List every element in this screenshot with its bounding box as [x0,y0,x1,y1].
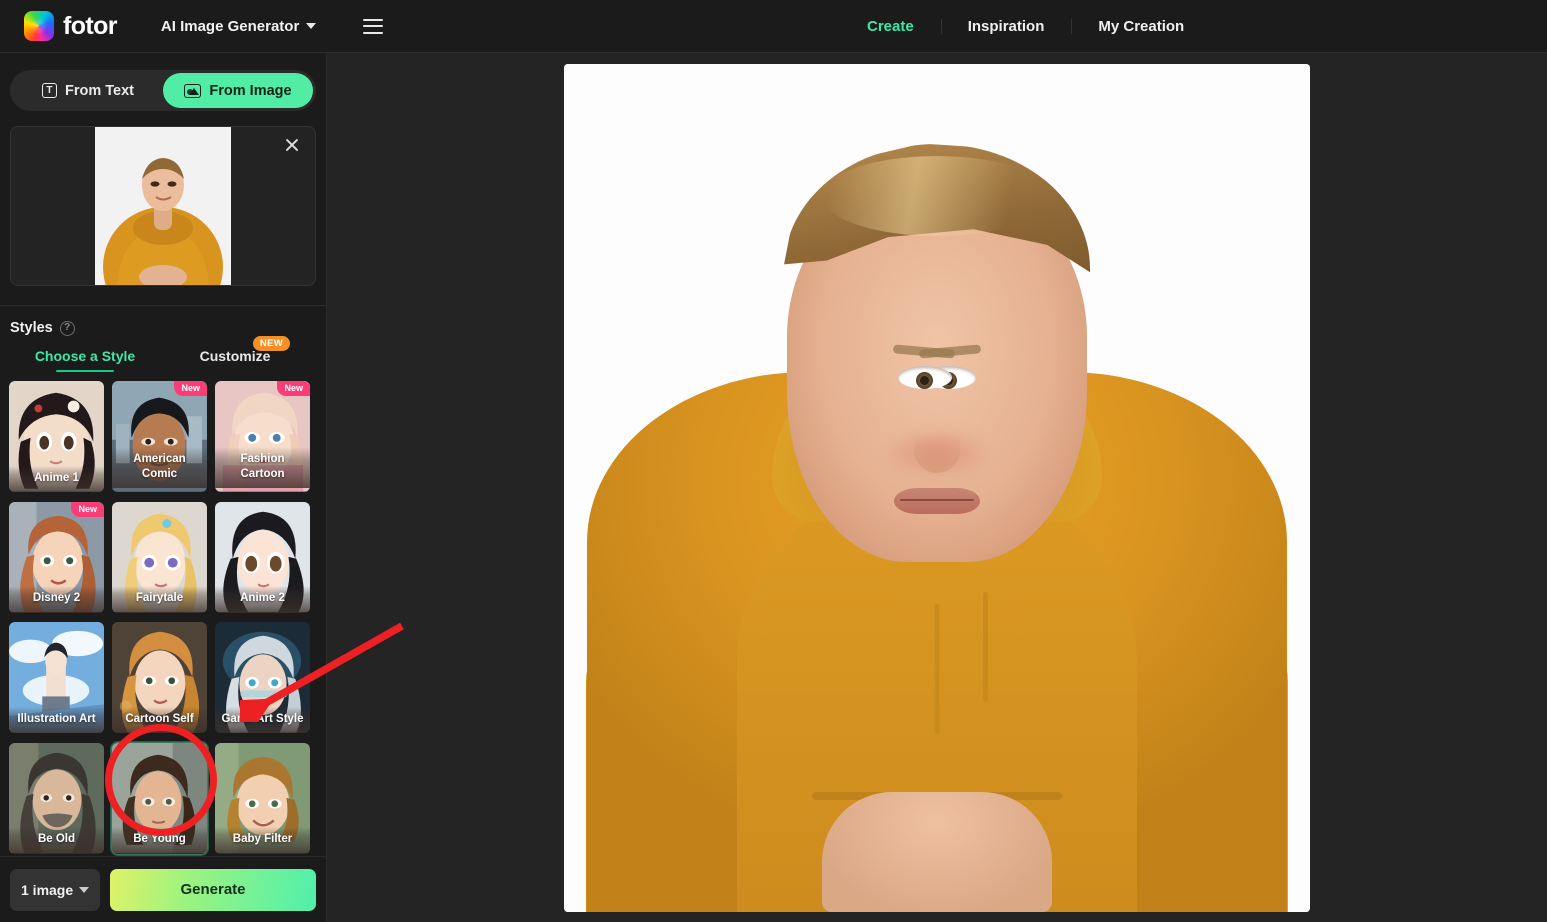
style-cards-grid: Anime 1 New American Comic New Fashion C… [8,380,318,856]
generate-button[interactable]: Generate [110,868,316,911]
mode-button-from-image[interactable]: From Image [163,73,313,108]
style-card-label: Anime 1 [9,465,104,492]
image-icon [184,83,202,98]
image-count-value: 1 image [21,881,74,898]
style-card-anime-1[interactable]: Anime 1 [8,380,105,493]
close-icon[interactable] [282,135,302,155]
style-card-label: Illustration Art [9,706,104,733]
style-card-label: American Comic [112,447,207,488]
style-card-fashion-cartoon[interactable]: New Fashion Cartoon [214,380,311,493]
fotor-logo[interactable]: fotor [24,11,118,41]
chevron-down-icon [79,886,89,893]
clasped-hands [822,791,1052,912]
nav-item-inspiration[interactable]: Inspiration [940,0,1072,53]
tab-choose-a-style[interactable]: Choose a Style [10,348,160,372]
style-card-fairytale[interactable]: Fairytale [111,501,208,614]
style-card-label: Cartoon Self [112,706,207,733]
style-card-label: Disney 2 [9,586,104,613]
text-box-icon: T [41,83,57,98]
style-card-be-old[interactable]: Be Old [8,742,105,855]
help-circle-icon[interactable]: ? [59,320,75,336]
style-card-be-young[interactable]: Be Young [111,741,208,855]
left-sidebar-panel: T From Text From Image Styles ? Choose a… [0,53,327,922]
app-switcher-label: AI Image Generator [160,17,300,35]
canvas-area [327,53,1547,922]
logo-text: fotor [63,11,118,40]
style-card-label: Be Old [9,827,104,854]
hair-highlight [822,155,1052,236]
chevron-down-icon [306,23,317,29]
generated-result-image[interactable] [564,63,1310,912]
style-card-label: Anime 2 [215,586,310,613]
tab-customize[interactable]: Customize NEW [160,336,310,372]
style-card-american-comic[interactable]: New American Comic [111,380,208,493]
portrait-illustration [564,63,1310,912]
hamburger-menu-icon[interactable] [363,18,384,34]
style-card-baby-filter[interactable]: Baby Filter [214,742,311,855]
fotor-ai-image-generator-app: fotor AI Image Generator Create Inspirat… [0,0,1547,922]
mode-label-from-image: From Image [209,82,292,99]
mode-button-from-text[interactable]: T From Text [13,73,163,108]
style-card-label: Game Art Style [215,706,310,733]
rainbow-square-logo-icon [24,11,54,41]
app-switcher[interactable]: AI Image Generator [160,17,317,35]
hoodie-drawstring-right [983,591,988,702]
hoodie-drawstring-left [934,603,940,734]
uploaded-image-thumbnail [95,127,231,285]
style-card-game-art-style[interactable]: Game Art Style [214,621,311,734]
mouth [894,487,980,514]
top-navigation-bar: fotor AI Image Generator Create Inspirat… [0,0,1547,53]
styles-tab-bar: Choose a Style Customize NEW [0,336,326,372]
style-card-label: Fairytale [112,586,207,613]
style-card-label: Fashion Cartoon [215,447,310,488]
image-count-select[interactable]: 1 image [10,868,100,911]
main-nav: Create Inspiration My Creation [840,0,1211,53]
uploaded-photo-illustration [95,127,231,285]
style-card-new-badge: New [71,501,104,517]
style-card-anime-2[interactable]: Anime 2 [214,501,311,614]
styles-section-header: Styles ? [0,306,326,336]
uploaded-image-box[interactable] [10,126,316,286]
generation-mode-toggle: T From Text From Image [10,70,316,111]
style-card-new-badge: New [174,381,207,396]
style-card-label: Be Young [112,827,207,854]
right-eye [898,365,952,389]
style-card-new-badge: New [277,381,310,396]
right-iris [916,371,933,389]
nav-item-create[interactable]: Create [840,0,941,53]
style-card-label: Baby Filter [215,827,310,854]
style-card-illustration-art[interactable]: Illustration Art [8,621,105,734]
tab-new-badge: NEW [252,336,290,351]
styles-title: Styles [10,320,53,336]
mode-label-from-text: From Text [64,82,135,99]
nav-item-my-creation[interactable]: My Creation [1071,0,1211,53]
sidebar-footer: 1 image Generate [0,856,326,922]
nose [914,418,960,473]
style-card-cartoon-self[interactable]: Cartoon Self [111,621,208,734]
style-card-disney-2[interactable]: New Disney 2 [8,501,105,614]
